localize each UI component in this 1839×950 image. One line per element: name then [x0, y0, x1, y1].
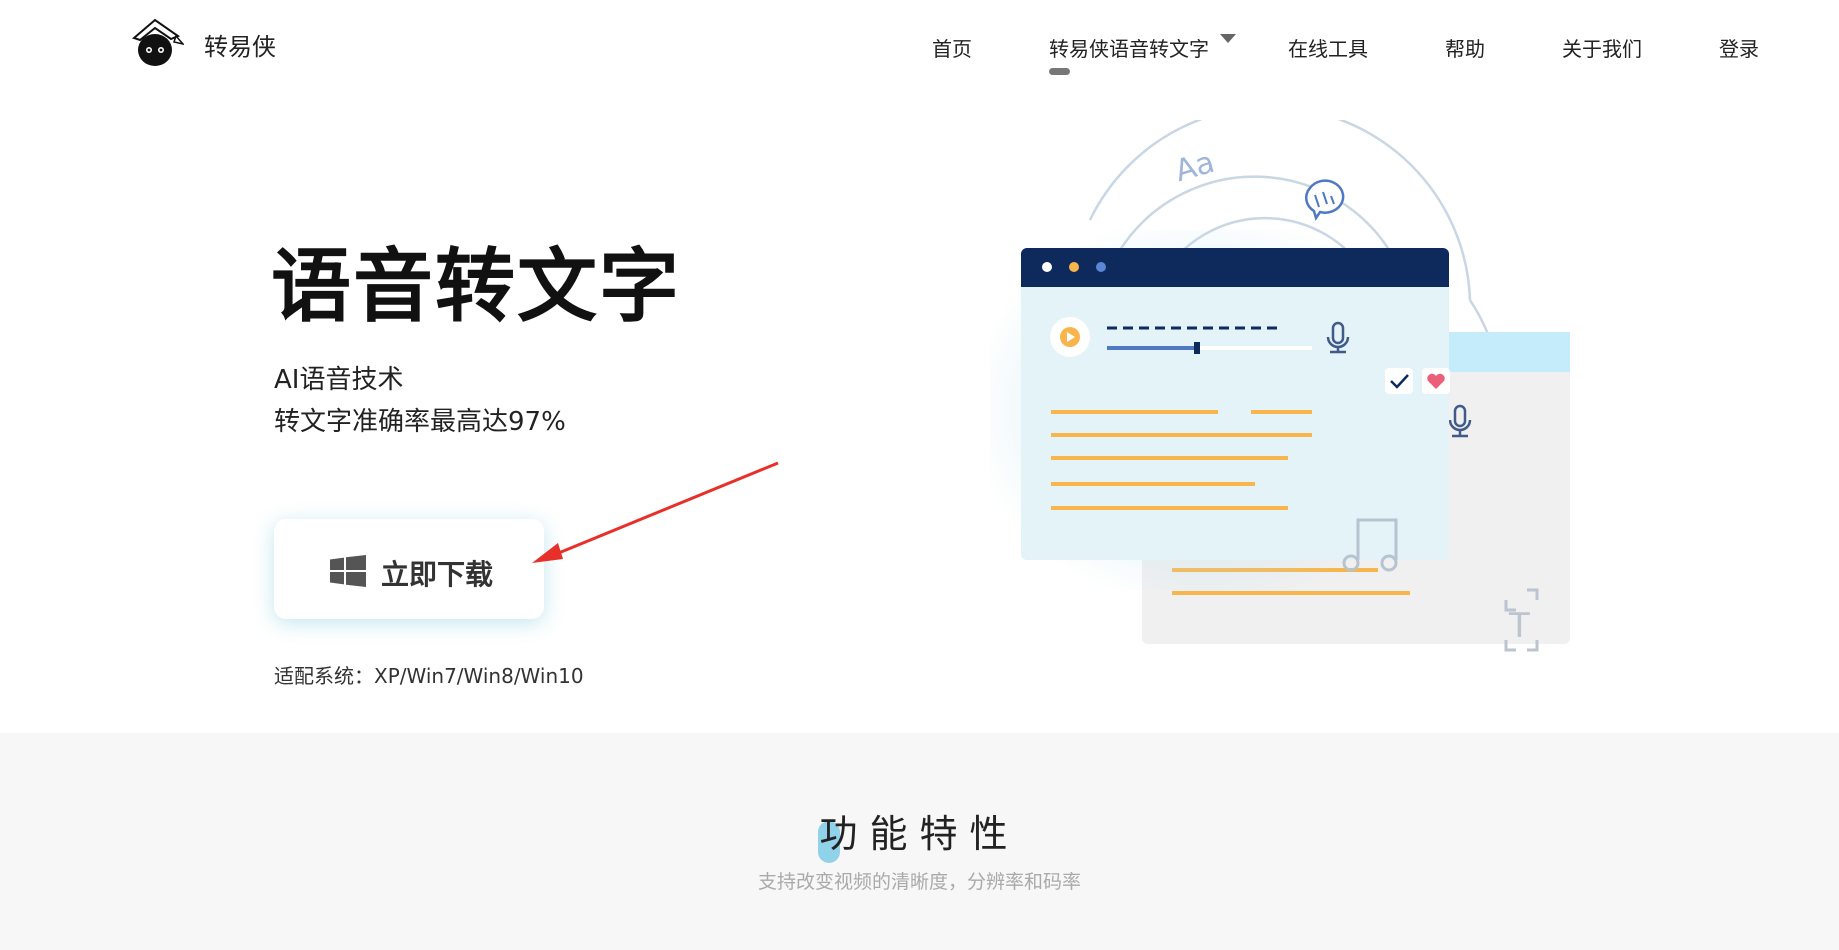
hero-title: 语音转文字 [271, 240, 681, 333]
red-arrow-annotation-icon [532, 461, 779, 563]
active-nav-indicator [1049, 68, 1070, 75]
nav-help[interactable]: 帮助 [1445, 33, 1485, 62]
features-section: 功能特性 支持改变视频的清晰度，分辨率和码率 [0, 733, 1839, 950]
nav-speech-to-text[interactable]: 转易侠语音转文字 [1049, 33, 1209, 62]
download-button-label: 立即下载 [381, 558, 494, 591]
hero-subtitle-line-1: AI语音技术 [274, 365, 404, 395]
compatible-systems-text: 适配系统：XP/Win7/Win8/Win10 [274, 664, 584, 688]
hero-subtitle-line-2: 转文字准确率最高达97% [274, 407, 566, 437]
caret-down-icon[interactable] [1220, 34, 1236, 43]
brand-name[interactable]: 转易侠 [204, 27, 276, 62]
speech-to-text-illustration-icon: Aa T [990, 120, 1570, 652]
nav-login[interactable]: 登录 [1719, 33, 1759, 62]
features-subtitle: 支持改变视频的清晰度，分辨率和码率 [757, 871, 1081, 893]
svg-text:T: T [1508, 606, 1530, 646]
nav-about-us[interactable]: 关于我们 [1562, 33, 1642, 62]
nav-home[interactable]: 首页 [932, 33, 972, 62]
nav-online-tools[interactable]: 在线工具 [1288, 33, 1368, 62]
top-navigation-bar: 转易侠 首页 转易侠语音转文字 在线工具 帮助 关于我们 登录 [0, 0, 1839, 90]
ninja-mascot-logo-icon[interactable] [128, 14, 184, 70]
features-title: 功能特性 [819, 812, 1020, 856]
windows-icon [330, 555, 366, 587]
download-button[interactable]: 立即下载 [274, 519, 544, 619]
